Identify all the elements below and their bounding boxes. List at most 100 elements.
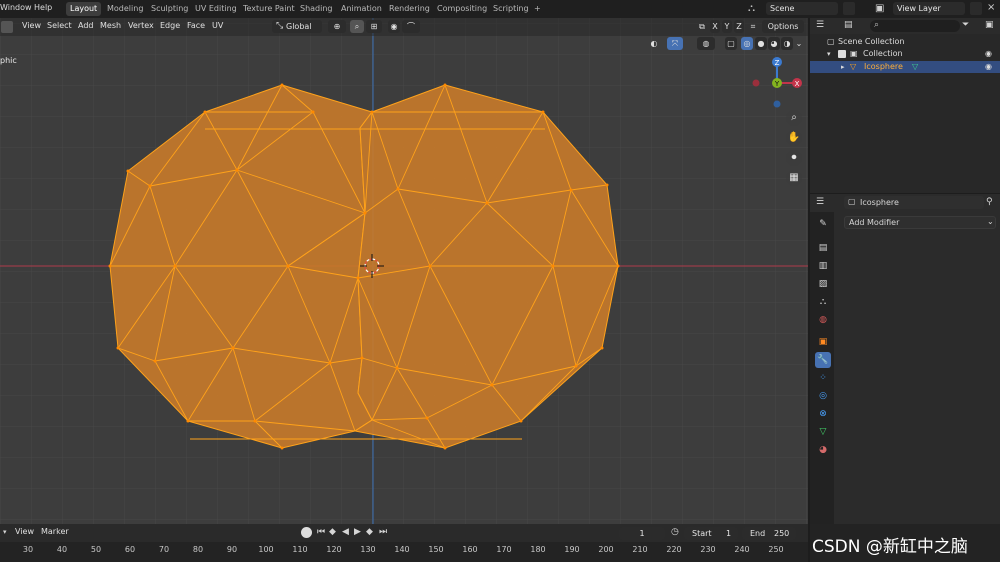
scene-icon[interactable]: ⛬ <box>748 3 755 14</box>
render-tab-icon[interactable]: ▤ <box>815 240 831 256</box>
filter-icon[interactable]: ⏷ <box>962 20 969 30</box>
new-view-layer-icon[interactable] <box>970 2 982 15</box>
xray-icon[interactable]: ▢ <box>725 37 737 50</box>
menu-select[interactable]: Select <box>47 21 72 30</box>
menu-window[interactable]: Window <box>0 3 32 12</box>
menu-add[interactable]: Add <box>78 21 94 30</box>
tab-rendering[interactable]: Rendering <box>385 2 434 16</box>
tab-modeling[interactable]: Modeling <box>103 2 147 16</box>
properties-editor-icon[interactable]: ☰ <box>816 197 824 207</box>
outliner-row-icosphere[interactable]: ▸ ▽ Icosphere ▽ ◉ <box>810 61 1000 73</box>
object-tab-icon[interactable]: ▣ <box>815 334 831 350</box>
shading-options-icon[interactable]: ⌄ <box>794 37 804 50</box>
mesh-icon[interactable]: ⌗ <box>748 20 758 33</box>
wireframe-shading-icon[interactable]: ◎ <box>741 37 753 50</box>
snap-target-icon[interactable]: ⊞ <box>366 20 382 33</box>
outliner-search-input[interactable] <box>870 20 960 32</box>
falloff-icon[interactable]: ⌒ <box>402 20 420 33</box>
menu-help[interactable]: Help <box>34 3 52 12</box>
tab-sculpting[interactable]: Sculpting <box>147 2 192 16</box>
new-collection-icon[interactable]: ▣ <box>985 20 994 30</box>
close-icon[interactable]: × <box>987 2 995 13</box>
tab-compositing[interactable]: Compositing <box>433 2 491 16</box>
solid-shading-icon[interactable]: ● <box>755 37 767 50</box>
particles-tab-icon[interactable]: ⁘ <box>815 370 831 386</box>
end-frame-field[interactable]: End 250 <box>742 527 796 540</box>
start-frame-field[interactable]: Start 1 <box>684 527 738 540</box>
pin-icon[interactable]: ⚲ <box>986 197 993 207</box>
add-modifier-dropdown[interactable]: Add Modifier ⌄ <box>844 216 996 229</box>
tab-texture-paint[interactable]: Texture Paint <box>239 2 299 16</box>
rendered-shading-icon[interactable]: ◑ <box>781 37 793 50</box>
zoom-icon[interactable]: ⌕ <box>786 110 802 126</box>
eye-icon[interactable]: ◉ <box>985 48 992 60</box>
scene-field[interactable]: Scene <box>766 2 838 15</box>
overlays-icon[interactable]: ◍ <box>697 37 715 50</box>
options-dropdown[interactable]: Options <box>762 20 804 33</box>
display-mode-icon[interactable]: ▤ <box>844 20 853 30</box>
checkbox-icon[interactable] <box>838 50 846 58</box>
pan-hand-icon[interactable]: ✋ <box>786 130 802 146</box>
tab-layout[interactable]: Layout <box>66 2 102 16</box>
timeline-menu-marker[interactable]: Marker <box>41 527 69 536</box>
scene-tab-icon[interactable]: ⛬ <box>815 294 831 310</box>
new-scene-icon[interactable] <box>843 2 855 15</box>
menu-mesh[interactable]: Mesh <box>100 21 121 30</box>
material-tab-icon[interactable]: ◕ <box>815 442 831 458</box>
next-keyframe-icon[interactable]: ◆ <box>366 527 373 537</box>
physics-tab-icon[interactable]: ◎ <box>815 388 831 404</box>
prev-keyframe-icon[interactable]: ◆ <box>329 527 336 537</box>
editor-type-icon[interactable]: ▾ <box>3 528 7 536</box>
tool-tab-icon[interactable]: ✎ <box>815 216 831 232</box>
add-workspace-button[interactable]: + <box>530 2 545 16</box>
timeline-menu-view[interactable]: View <box>15 527 34 536</box>
world-tab-icon[interactable]: ◍ <box>815 312 831 328</box>
3d-viewport[interactable]: Z Y X View Select Add Mesh Vertex Edge F… <box>0 18 808 524</box>
tab-animation[interactable]: Animation <box>337 2 386 16</box>
visibility-icon[interactable]: ◐ <box>645 37 663 50</box>
play-reverse-icon[interactable]: ◀ <box>342 527 349 537</box>
menu-vertex[interactable]: Vertex <box>128 21 154 30</box>
perspective-grid-icon[interactable]: ▦ <box>786 170 802 186</box>
pivot-point-icon[interactable]: ⊕ <box>328 20 346 33</box>
tab-shading[interactable]: Shading <box>296 2 337 16</box>
mirror-x-toggle[interactable]: X <box>710 20 720 33</box>
menu-view[interactable]: View <box>22 21 41 30</box>
editor-type-icon[interactable] <box>1 21 13 33</box>
gizmo-toggle-icon[interactable]: ⤧ <box>667 37 683 50</box>
camera-view-icon[interactable]: ⏺ <box>786 150 802 166</box>
proportional-edit-icon[interactable]: ◉ <box>388 20 400 33</box>
view-layer-field[interactable]: View Layer <box>893 2 965 15</box>
tab-uv-editing[interactable]: UV Editing <box>191 2 241 16</box>
record-icon[interactable] <box>301 527 312 538</box>
expand-arrow-icon[interactable]: ▸ <box>841 61 845 73</box>
constraints-tab-icon[interactable]: ⊗ <box>815 406 831 422</box>
clock-icon[interactable]: ◷ <box>671 527 679 537</box>
current-frame-field[interactable]: 1 <box>619 527 665 540</box>
snap-icon[interactable]: ⌕ <box>350 20 364 33</box>
menu-face[interactable]: Face <box>187 21 205 30</box>
expand-arrow-icon[interactable]: ▾ <box>827 48 831 60</box>
outliner-row-scene-collection[interactable]: ▢ Scene Collection <box>810 36 1000 48</box>
timeline-panel[interactable]: ▾ View Marker ⏮ ◆ ◀ ▶ ◆ ⏭ 1 ◷ Start 1 En… <box>0 524 808 562</box>
modifier-tab-icon[interactable]: 🔧 <box>815 352 831 368</box>
mirror-y-toggle[interactable]: Y <box>722 20 732 33</box>
play-icon[interactable]: ▶ <box>354 527 361 537</box>
output-tab-icon[interactable]: ▥ <box>815 258 831 274</box>
menu-uv[interactable]: UV <box>212 21 223 30</box>
outliner-row-collection[interactable]: ▾ ▣ Collection ◉ <box>810 48 1000 60</box>
jump-end-icon[interactable]: ⏭ <box>379 527 387 537</box>
material-shading-icon[interactable]: ◕ <box>768 37 780 50</box>
mesh-data-icon[interactable]: ▽ <box>912 61 918 73</box>
menu-edge[interactable]: Edge <box>160 21 180 30</box>
eye-icon[interactable]: ◉ <box>985 61 992 73</box>
tab-scripting[interactable]: Scripting <box>489 2 533 16</box>
view-layer-tab-icon[interactable]: ▨ <box>815 276 831 292</box>
mesh-data-tab-icon[interactable]: ▽ <box>815 424 831 440</box>
view-layer-icon[interactable]: ▣ <box>875 3 884 14</box>
mirror-icon[interactable]: ⧉ <box>697 20 707 33</box>
viewport-canvas[interactable]: Z Y X <box>0 18 808 524</box>
jump-start-icon[interactable]: ⏮ <box>317 527 325 537</box>
outliner-editor-icon[interactable]: ☰ <box>816 20 824 30</box>
mirror-z-toggle[interactable]: Z <box>734 20 744 33</box>
